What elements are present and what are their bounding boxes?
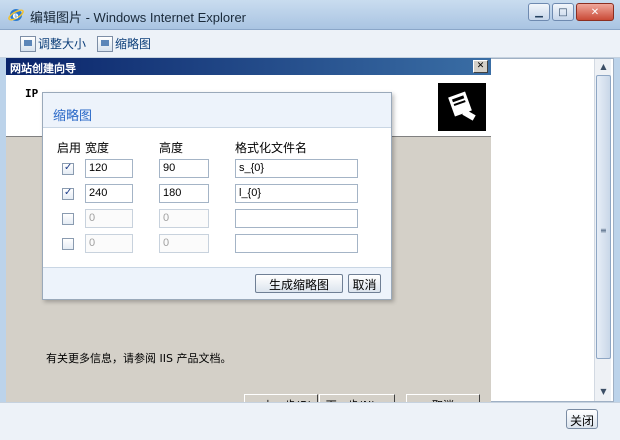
- window-titlebar: e 编辑图片 - Windows Internet Explorer ▁ □ ✕: [0, 0, 620, 30]
- vertical-scrollbar[interactable]: ▲ ≡ ▼: [594, 59, 611, 401]
- resize-icon: [20, 35, 36, 52]
- wizard-info-text: 有关更多信息，请参阅 IIS 产品文档。: [46, 352, 232, 365]
- row-1-enable-checkbox[interactable]: [62, 162, 74, 175]
- maximize-button[interactable]: □: [552, 3, 574, 21]
- wizard-title: 网站创建向导: [6, 58, 491, 75]
- wizard-next-button: 下一步(N) >: [319, 394, 395, 402]
- row-4-width-input[interactable]: 0: [85, 234, 133, 253]
- row-3-enable-checkbox[interactable]: [62, 213, 74, 225]
- wizard-cancel-button: 取消: [406, 394, 480, 402]
- row-3-width-input[interactable]: 0: [85, 209, 133, 228]
- generate-thumbnail-button[interactable]: 生成缩略图: [255, 274, 343, 293]
- scroll-grip-icon: ≡: [600, 226, 607, 235]
- dialog-header: 缩略图: [43, 93, 391, 128]
- internet-explorer-icon: e: [8, 9, 24, 22]
- window-close-button[interactable]: ✕: [576, 3, 614, 21]
- scroll-down-icon[interactable]: ▼: [596, 385, 611, 399]
- scroll-up-icon[interactable]: ▲: [596, 60, 611, 74]
- thumbnail-label: 缩略图: [115, 37, 152, 51]
- thumbnail-dialog: 缩略图 启用 宽度 高度 格式化文件名 120 90 s_{0} 240 180…: [42, 92, 392, 300]
- window-title: 编辑图片 - Windows Internet Explorer: [30, 10, 247, 25]
- wizard-logo-icon: [438, 83, 486, 131]
- svg-text:e: e: [13, 12, 19, 22]
- minimize-button[interactable]: ▁: [528, 3, 550, 21]
- row-1-format-input[interactable]: s_{0}: [235, 159, 358, 178]
- bottom-bar: 关闭: [0, 402, 620, 440]
- close-button[interactable]: 关闭: [566, 409, 598, 429]
- scroll-thumb[interactable]: ≡: [596, 75, 611, 359]
- row-2-format-input[interactable]: l_{0}: [235, 184, 358, 203]
- row-3-format-input[interactable]: [235, 209, 358, 228]
- resize-label: 调整大小: [38, 37, 87, 51]
- row-2-enable-checkbox[interactable]: [62, 187, 74, 200]
- wizard-header-text: IP: [25, 87, 39, 100]
- row-3-height-input[interactable]: 0: [159, 209, 209, 228]
- dialog-footer: 生成缩略图 取消: [43, 267, 391, 299]
- resize-tool-button[interactable]: 调整大小: [20, 35, 86, 52]
- thumbnail-icon: [97, 35, 113, 52]
- column-enable: 启用: [57, 141, 82, 155]
- row-4-height-input[interactable]: 0: [159, 234, 209, 253]
- row-4-enable-checkbox[interactable]: [62, 238, 74, 250]
- column-height: 高度: [159, 141, 184, 155]
- row-1-width-input[interactable]: 120: [85, 159, 133, 178]
- row-2-height-input[interactable]: 180: [159, 184, 209, 203]
- wizard-back-button: < 上一步(B): [244, 394, 318, 402]
- row-2-width-input[interactable]: 240: [85, 184, 133, 203]
- column-format: 格式化文件名: [235, 141, 308, 155]
- thumbnail-tool-button[interactable]: 缩略图: [97, 35, 151, 52]
- row-1-height-input[interactable]: 90: [159, 159, 209, 178]
- wizard-close-icon: ✕: [473, 60, 488, 73]
- dialog-cancel-button[interactable]: 取消: [348, 274, 381, 293]
- row-4-format-input[interactable]: [235, 234, 358, 253]
- dialog-title: 缩略图: [53, 108, 93, 123]
- toolbar: 调整大小 缩略图: [0, 30, 620, 58]
- column-width: 宽度: [85, 141, 110, 155]
